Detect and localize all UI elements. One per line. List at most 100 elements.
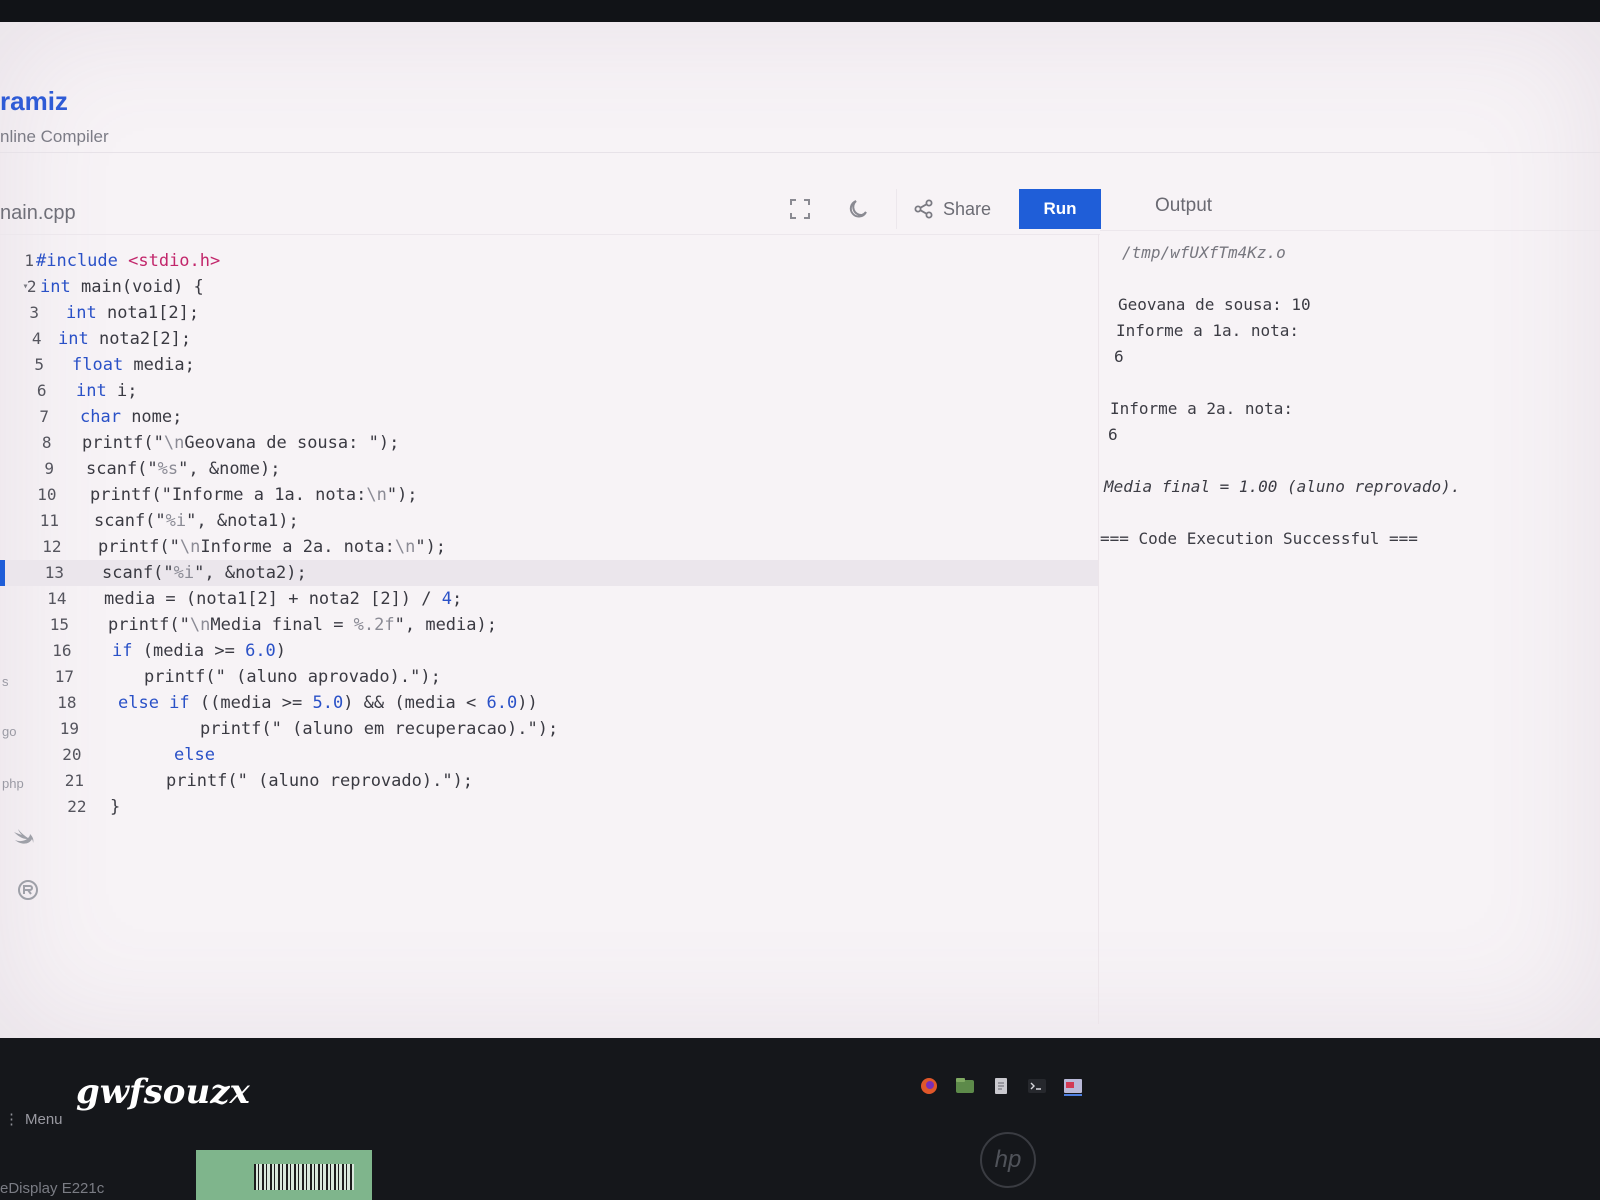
browser-window-icon[interactable] xyxy=(1062,1076,1084,1096)
code-line[interactable]: 2 ▾ int main(void) { xyxy=(0,274,1098,300)
fold-chevron-icon[interactable]: ▾ xyxy=(23,274,29,300)
output-line: Geovana de sousa: 10 xyxy=(1118,295,1311,314)
code-editor[interactable]: 1 #include <stdio.h> 2 ▾ int main(void) {3 in… xyxy=(0,248,1098,820)
code-line[interactable]: 20 else xyxy=(0,742,1098,768)
code-token: scanf(" xyxy=(94,511,166,531)
code-line[interactable]: 6 int i; xyxy=(0,378,1098,404)
line-number: 12 xyxy=(42,537,62,556)
hp-logo: hp xyxy=(980,1132,1036,1188)
code-line[interactable]: 10 printf("Informe a 1a. nota:\n"); xyxy=(0,482,1098,508)
code-token: <stdio.h> xyxy=(128,251,221,271)
line-number: 15 xyxy=(49,615,69,634)
code-line[interactable]: 12 printf("\nInforme a 2a. nota:\n"); xyxy=(0,534,1098,560)
code-line[interactable]: 15 printf("\nMedia final = %.2f", media); xyxy=(0,612,1098,638)
output-line: Media final = 1.00 (aluno reprovado). xyxy=(1104,477,1461,496)
moon-icon[interactable] xyxy=(838,189,878,229)
terminal-icon[interactable] xyxy=(1026,1076,1048,1096)
code-line[interactable]: 22} xyxy=(0,794,1098,820)
output-line: /tmp/wfUXfTm4Kz.o xyxy=(1122,243,1286,262)
code-token: } xyxy=(110,797,121,817)
code-text: media = (nota1[2] + nota2 [2]) / 4; xyxy=(104,586,462,612)
line-number: 6 xyxy=(36,381,47,400)
code-token: int xyxy=(66,303,107,323)
code-token: int xyxy=(40,277,81,297)
code-token: char xyxy=(80,407,132,427)
line-number: 9 xyxy=(44,459,54,478)
code-text: int main(void) { xyxy=(40,274,204,300)
taskbar-apps xyxy=(918,1076,1084,1096)
fullscreen-icon[interactable] xyxy=(780,189,820,229)
code-line[interactable]: 4 int nota2[2]; xyxy=(0,326,1098,352)
code-text: printf(" (aluno reprovado)."); xyxy=(166,768,473,794)
line-number: 2 xyxy=(26,277,37,296)
code-token: "); xyxy=(386,485,418,505)
photo-watermark: gwfsouzx xyxy=(76,1072,250,1112)
output-line: Informe a 1a. nota: xyxy=(1116,321,1300,340)
brand-name[interactable]: ramiz xyxy=(0,86,109,117)
code-token: Geovana de sousa: "); xyxy=(184,433,400,453)
rust-icon[interactable] xyxy=(16,878,40,907)
code-token: printf(" (aluno reprovado)."); xyxy=(166,771,474,791)
line-number: 7 xyxy=(39,407,49,426)
code-line[interactable]: 18 else if ((media >= 5.0) && (media < 6.… xyxy=(0,690,1098,716)
code-line[interactable]: 11 scanf("%i", &nota1); xyxy=(0,508,1098,534)
output-divider xyxy=(1100,230,1600,231)
code-token: ", &nota1); xyxy=(186,511,299,531)
output-line: 6 xyxy=(1114,347,1124,366)
swift-icon[interactable] xyxy=(12,828,34,851)
code-line[interactable]: 1 #include <stdio.h> xyxy=(0,248,1098,274)
taskbar-menu-button[interactable]: ⋮ Menu xyxy=(4,1110,63,1129)
code-line[interactable]: 16 if (media >= 6.0) xyxy=(0,638,1098,664)
file-tab[interactable]: nain.cpp xyxy=(0,202,76,225)
code-token: nota1[2]; xyxy=(106,303,200,323)
line-number: 10 xyxy=(37,485,57,504)
code-token: printf(" xyxy=(98,537,180,557)
header-divider xyxy=(0,152,1600,153)
line-number: 22 xyxy=(67,797,87,816)
output-tab[interactable]: Output xyxy=(1155,195,1212,217)
code-text: scanf("%s", &nome); xyxy=(86,456,281,482)
firefox-icon[interactable] xyxy=(918,1076,940,1096)
code-line[interactable]: 19 printf(" (aluno em recuperacao)."); xyxy=(0,716,1098,742)
code-token: 6.0 xyxy=(245,641,276,661)
line-number: 20 xyxy=(62,745,82,764)
code-token: %s xyxy=(157,459,179,479)
files-icon[interactable] xyxy=(954,1076,976,1096)
line-number: 4 xyxy=(31,329,42,348)
code-line[interactable]: 9 scanf("%s", &nome); xyxy=(0,456,1098,482)
code-text: printf(" (aluno aprovado)."); xyxy=(144,664,441,690)
pane-splitter[interactable] xyxy=(1098,234,1099,1024)
code-token: %.2f xyxy=(353,615,395,635)
code-token: ", media); xyxy=(394,615,497,635)
code-line[interactable]: 21 printf(" (aluno reprovado)."); xyxy=(0,768,1098,794)
code-token: ((media >= xyxy=(199,693,313,713)
code-text: printf("\nGeovana de sousa: "); xyxy=(82,430,399,456)
line-number: 18 xyxy=(57,693,77,712)
code-token: %i xyxy=(173,563,195,583)
text-editor-icon[interactable] xyxy=(990,1076,1012,1096)
code-text: int i; xyxy=(76,378,137,404)
code-token: else xyxy=(174,745,215,765)
code-text: printf("\nInforme a 2a. nota:\n"); xyxy=(98,534,446,560)
code-line[interactable]: 17 printf(" (aluno aprovado)."); xyxy=(0,664,1098,690)
monitor-screen: ramiz nline Compiler nain.cpp Share Run … xyxy=(0,22,1600,1038)
line-number: 16 xyxy=(52,641,72,660)
run-button[interactable]: Run xyxy=(1019,189,1102,229)
output-panel: /tmp/wfUXfTm4Kz.o Geovana de sousa: 10 Inf… xyxy=(1100,240,1592,552)
share-button[interactable]: Share xyxy=(896,189,1007,229)
code-line[interactable]: 14 media = (nota1[2] + nota2 [2]) / 4; xyxy=(0,586,1098,612)
code-line[interactable]: 3 int nota1[2]; xyxy=(0,300,1098,326)
code-line[interactable]: 13 scanf("%i", &nota2); xyxy=(0,560,1098,586)
code-token: media; xyxy=(133,355,195,375)
code-line[interactable]: 8 printf("\nGeovana de sousa: "); xyxy=(0,430,1098,456)
share-label: Share xyxy=(943,198,992,219)
code-line[interactable]: 5 float media; xyxy=(0,352,1098,378)
code-token: ) && (media < xyxy=(343,693,487,713)
code-token: %i xyxy=(165,511,187,531)
code-token: int xyxy=(76,381,117,401)
code-text: else xyxy=(174,742,215,768)
line-number: 5 xyxy=(34,355,44,374)
code-line[interactable]: 7 char nome; xyxy=(0,404,1098,430)
